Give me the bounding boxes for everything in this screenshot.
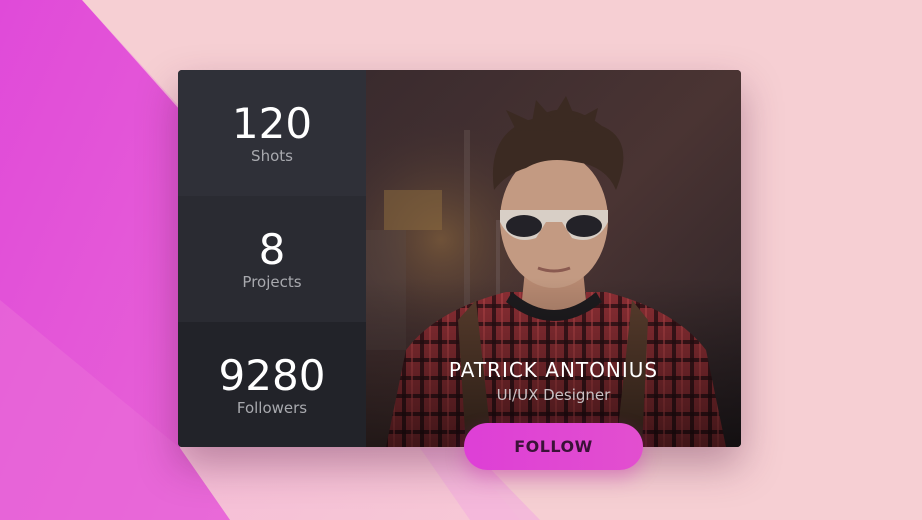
profile-role: UI/UX Designer	[496, 386, 611, 404]
stat-label: Projects	[242, 273, 302, 291]
follow-button[interactable]: FOLLOW	[464, 423, 643, 470]
stat-shots: 120 Shots	[178, 70, 366, 196]
stat-value: 9280	[218, 350, 326, 400]
stat-projects: 8 Projects	[178, 196, 366, 322]
stat-label: Shots	[251, 147, 293, 165]
stat-followers: 9280 Followers	[178, 322, 366, 447]
profile-card: 120 Shots 8 Projects 9280 Followers PATR…	[178, 70, 741, 447]
profile-name: PATRICK ANTONIUS	[448, 358, 659, 382]
stats-panel: 120 Shots 8 Projects 9280 Followers	[178, 70, 366, 447]
stat-value: 8	[258, 225, 286, 274]
stat-value: 120	[231, 99, 313, 148]
stat-label: Followers	[236, 398, 308, 417]
